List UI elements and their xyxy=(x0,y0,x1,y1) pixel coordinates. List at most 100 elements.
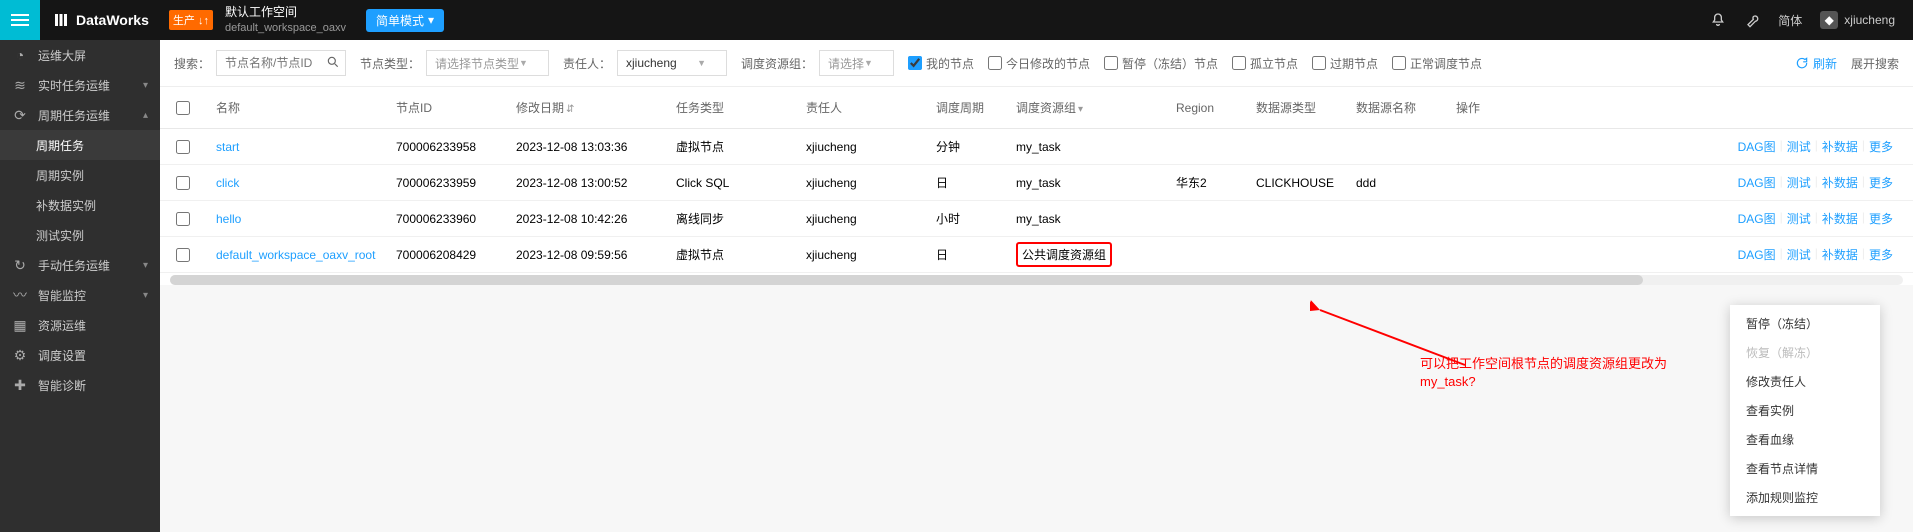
language-switch[interactable]: 简体 xyxy=(1778,12,1802,29)
th-date[interactable]: 修改日期⇵ xyxy=(506,99,666,116)
op-test[interactable]: 测试 xyxy=(1787,138,1811,155)
sidebar-item-label: 实时任务运维 xyxy=(38,77,110,94)
sidebar-item[interactable]: ≋实时任务运维▾ xyxy=(0,70,160,100)
workspace-selector[interactable]: 默认工作空间 default_workspace_oaxv xyxy=(225,5,346,35)
sidebar-item-label: 调度设置 xyxy=(38,347,86,364)
node-date: 2023-12-08 10:42:26 xyxy=(506,212,666,226)
chk-my-node[interactable]: 我的节点 xyxy=(908,55,974,72)
row-checkbox[interactable] xyxy=(176,140,190,154)
row-checkbox[interactable] xyxy=(176,176,190,190)
context-menu-item[interactable]: 暂停（冻结） xyxy=(1730,309,1880,338)
sidebar-item[interactable]: 〰智能监控▾ xyxy=(0,280,160,310)
sidebar-item[interactable]: ▦资源运维 xyxy=(0,310,160,340)
op-more[interactable]: 更多 xyxy=(1869,246,1893,263)
mode-button[interactable]: 简单模式 ▾ xyxy=(366,9,444,32)
chk-paused[interactable]: 暂停（冻结）节点 xyxy=(1104,55,1218,72)
node-id: 700006208429 xyxy=(386,248,506,262)
owner-label: 责任人： xyxy=(563,55,611,72)
sidebar-item[interactable]: ◔运维大屏 xyxy=(0,40,160,70)
chk-isolated[interactable]: 孤立节点 xyxy=(1232,55,1298,72)
th-group[interactable]: 调度资源组▾ xyxy=(1006,99,1166,116)
sidebar-item-label: 周期实例 xyxy=(36,167,84,184)
th-owner[interactable]: 责任人 xyxy=(796,99,926,116)
chk-expired[interactable]: 过期节点 xyxy=(1312,55,1378,72)
sidebar-item-label: 资源运维 xyxy=(38,317,86,334)
node-resgroup: my_task xyxy=(1006,212,1166,226)
sidebar-item-label: 手动任务运维 xyxy=(38,257,110,274)
context-menu-item: 恢复（解冻） xyxy=(1730,338,1880,367)
select-all-checkbox[interactable] xyxy=(176,101,190,115)
op-test[interactable]: 测试 xyxy=(1787,246,1811,263)
sidebar: ◔运维大屏≋实时任务运维▾⟳周期任务运维▴周期任务周期实例补数据实例测试实例↻手… xyxy=(0,40,160,532)
env-tag: 生产 ↓↑ xyxy=(169,10,213,30)
op-patch[interactable]: 补数据 xyxy=(1822,246,1858,263)
op-dag[interactable]: DAG图 xyxy=(1738,246,1776,263)
sidebar-item[interactable]: 周期任务 xyxy=(0,130,160,160)
node-resgroup: my_task xyxy=(1006,176,1166,190)
th-region[interactable]: Region xyxy=(1166,101,1246,115)
user-menu[interactable]: ◆ xjiucheng xyxy=(1820,11,1895,29)
sidebar-item-label: 周期任务运维 xyxy=(38,107,110,124)
sidebar-item[interactable]: 测试实例 xyxy=(0,220,160,250)
owner-select[interactable]: xjiucheng▼ xyxy=(617,50,727,76)
row-checkbox[interactable] xyxy=(176,212,190,226)
bell-icon[interactable] xyxy=(1710,12,1726,28)
nodetype-select[interactable]: 请选择节点类型▼ xyxy=(426,50,549,76)
th-name[interactable]: 名称 xyxy=(206,99,386,116)
node-owner: xjiucheng xyxy=(796,212,926,226)
op-more[interactable]: 更多 xyxy=(1869,210,1893,227)
sidebar-item[interactable]: ⟳周期任务运维▴ xyxy=(0,100,160,130)
op-test[interactable]: 测试 xyxy=(1787,174,1811,191)
refresh-button[interactable]: 刷新 xyxy=(1795,55,1837,72)
op-patch[interactable]: 补数据 xyxy=(1822,210,1858,227)
chk-today-modified[interactable]: 今日修改的节点 xyxy=(988,55,1090,72)
workspace-sub: default_workspace_oaxv xyxy=(225,21,346,35)
brand-text: DataWorks xyxy=(76,12,149,28)
chk-normal[interactable]: 正常调度节点 xyxy=(1392,55,1482,72)
settings-icon: ⚙ xyxy=(12,347,28,364)
node-name-link[interactable]: click xyxy=(216,176,239,190)
task-table: 名称 节点ID 修改日期⇵ 任务类型 责任人 调度周期 调度资源组▾ Regio… xyxy=(160,87,1913,285)
context-menu-item[interactable]: 查看血缘 xyxy=(1730,425,1880,454)
sidebar-item[interactable]: ⚙ 调度设置 xyxy=(0,340,160,370)
node-id: 700006233959 xyxy=(386,176,506,190)
monitor-icon: 〰 xyxy=(12,285,28,305)
table-header: 名称 节点ID 修改日期⇵ 任务类型 责任人 调度周期 调度资源组▾ Regio… xyxy=(160,87,1913,129)
op-dag[interactable]: DAG图 xyxy=(1738,174,1776,191)
resgroup-select[interactable]: 请选择▼ xyxy=(819,50,894,76)
sidebar-item[interactable]: ✚智能诊断 xyxy=(0,370,160,400)
op-patch[interactable]: 补数据 xyxy=(1822,174,1858,191)
th-id[interactable]: 节点ID xyxy=(386,99,506,116)
th-dsname[interactable]: 数据源名称 xyxy=(1346,99,1446,116)
context-menu-item[interactable]: 修改责任人 xyxy=(1730,367,1880,396)
sidebar-item[interactable]: 补数据实例 xyxy=(0,190,160,220)
op-test[interactable]: 测试 xyxy=(1787,210,1811,227)
filter-icon: ▾ xyxy=(1078,104,1083,115)
hamburger-menu-button[interactable] xyxy=(0,0,40,40)
sidebar-item[interactable]: 周期实例 xyxy=(0,160,160,190)
context-menu-item[interactable]: 查看实例 xyxy=(1730,396,1880,425)
th-cycle[interactable]: 调度周期 xyxy=(926,99,1006,116)
row-checkbox[interactable] xyxy=(176,248,190,262)
node-ops: DAG图|测试|补数据|更多 xyxy=(1446,246,1913,263)
op-dag[interactable]: DAG图 xyxy=(1738,210,1776,227)
expand-search-button[interactable]: 展开搜索 xyxy=(1851,55,1899,72)
context-menu-item[interactable]: 添加规则监控 xyxy=(1730,483,1880,512)
sidebar-item[interactable]: ↻手动任务运维▾ xyxy=(0,250,160,280)
op-more[interactable]: 更多 xyxy=(1869,174,1893,191)
node-type: 虚拟节点 xyxy=(666,138,796,155)
node-name-link[interactable]: hello xyxy=(216,212,241,226)
context-menu-item[interactable]: 查看节点详情 xyxy=(1730,454,1880,483)
op-patch[interactable]: 补数据 xyxy=(1822,138,1858,155)
node-cycle: 日 xyxy=(926,174,1006,191)
node-name-link[interactable]: default_workspace_oaxv_root xyxy=(216,248,375,262)
th-dstype[interactable]: 数据源类型 xyxy=(1246,99,1346,116)
horizontal-scrollbar[interactable] xyxy=(170,275,1903,285)
search-icon[interactable] xyxy=(326,55,340,72)
th-type[interactable]: 任务类型 xyxy=(666,99,796,116)
op-dag[interactable]: DAG图 xyxy=(1738,138,1776,155)
wrench-icon[interactable] xyxy=(1744,12,1760,28)
op-more[interactable]: 更多 xyxy=(1869,138,1893,155)
th-ops: 操作 xyxy=(1446,99,1913,116)
node-name-link[interactable]: start xyxy=(216,140,239,154)
